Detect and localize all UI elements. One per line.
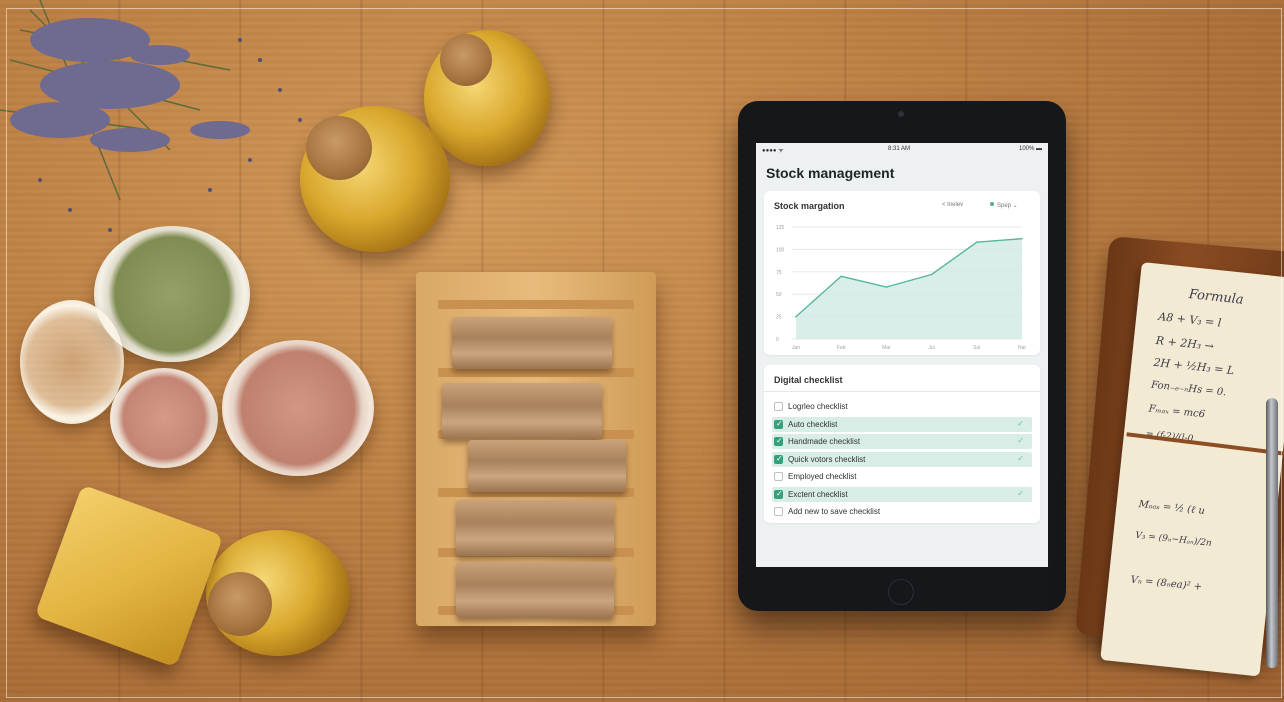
checklist-item-label: Handmade checklist [788,437,861,446]
page-title: Stock management [766,165,895,181]
x-tick-label: Mar [882,345,891,351]
checkbox[interactable] [774,489,783,499]
chart-point [885,286,888,288]
soap-bar [468,440,626,492]
checklist-item-label: Quick votors checklist [788,454,866,464]
chart-point [976,241,978,244]
empty-glass-jar [20,300,124,424]
y-tick-label: 75 [776,270,782,276]
stock-line-chart: 0 25 50 75 100 125 Jan Feb Mar Jul Sul Nar [776,225,1026,351]
home-button[interactable] [888,579,914,605]
battery-indicator: 100% ▬ [1018,146,1042,152]
checklist-item[interactable]: Employed checklist [772,469,1032,484]
checklist-title: Digital checklist [774,375,843,385]
x-tick-label: Feb [837,345,846,351]
front-camera [898,111,904,117]
x-tick-label: Jan [792,345,800,351]
tablet-screen[interactable]: ●●●● ᯤ 8:31 AM 100% ▬ Stock management S… [756,143,1048,567]
checklist-divider [764,391,1040,392]
signal-indicator: ●●●● ᯤ [762,148,784,154]
lavender-sprigs [0,0,302,232]
x-tick-label: Nar [1018,345,1026,351]
status-bar: ●●●● ᯤ 8:31 AM 100% ▬ [756,143,1048,157]
chart-point [1021,237,1023,240]
dish-slat [438,368,634,377]
formula-line: Vₙ = (8ₙea)² + [1130,574,1203,594]
check-icon: ✓ [1017,436,1024,445]
chart-point [930,273,933,276]
soap-bar [442,383,602,439]
checklist-item-label: Auto checklist [788,419,838,429]
pink-clay-jar-large [222,340,374,476]
wooden-soap-dish [416,272,656,626]
status-time: 8:31 AM [888,146,911,152]
checklist-item[interactable]: Auto checklist ✓ [772,416,1032,432]
checkbox[interactable] [774,419,783,429]
notebook-heading: Formula [1188,287,1245,308]
chart-point [795,315,797,318]
checklist-item-label: Exctent checklist [788,489,848,499]
checkbox[interactable] [774,436,783,446]
checklist-item[interactable]: Logrleo checklist [772,399,1032,414]
y-tick-label: 25 [776,315,782,321]
formula-line: V₃ = (9ₙ−Hₐₙ)/2n [1134,530,1213,549]
checklist-item[interactable]: Exctent checklist ✓ [772,486,1032,502]
x-tick-label: Jul [928,345,934,351]
checklist-item-label: Logrleo checklist [788,402,848,411]
pen [1266,398,1278,668]
formula-line: Mₒₐₛ = ½ (ℓ u [1138,499,1206,517]
checklist-item-label: Employed checklist [788,472,857,481]
checklist-item-label: Add new to save checklist [788,507,881,516]
checklist-item[interactable]: Add new to save checklist [772,504,1032,519]
cork-middle [306,116,372,180]
chart-point [840,275,842,278]
cork-bottom [208,572,272,636]
soap-bar [452,317,612,369]
y-tick-label: 125 [776,225,785,231]
checklist-item[interactable]: Handmade checklist ✓ [772,434,1032,449]
formula-line: Fₘₐₓ = mc6 [1148,403,1206,421]
dish-slat [438,300,634,309]
stock-chart-card: Stock margation < Inelev Spep ⌄ 0 25 50 75 1… [764,191,1040,355]
formula-line: R + 2H₃ → [1155,333,1215,353]
checkbox[interactable] [774,454,783,464]
y-tick-label: 50 [776,292,782,298]
check-icon: ✓ [1017,488,1024,498]
x-tick-label: Sul [973,345,980,351]
digital-checklist-card: Digital checklist Logrleo checklist Auto … [764,365,1040,523]
check-icon: ✓ [1017,418,1024,428]
cork-top-right [440,34,492,86]
tablet-device: ●●●● ᯤ 8:31 AM 100% ▬ Stock management S… [738,101,1066,611]
checkbox[interactable] [774,472,783,481]
check-icon: ✓ [1017,453,1024,463]
checkbox[interactable] [774,507,783,516]
y-tick-label: 100 [776,247,785,253]
pink-clay-jar-small [110,368,218,468]
soap-bar [456,562,614,618]
formula-line: 2H + ½H₃ = L [1152,355,1235,378]
formula-line: A8 + V₃ = l [1157,310,1222,330]
formula-line: Fon₋ₑ₋ₙHs = 0. [1150,379,1227,399]
soap-bar [456,500,614,556]
chart-area-fill [796,238,1022,339]
checkbox[interactable] [774,402,783,411]
checklist-item[interactable]: Quick votors checklist ✓ [772,451,1032,467]
y-tick-label: 0 [776,337,779,343]
